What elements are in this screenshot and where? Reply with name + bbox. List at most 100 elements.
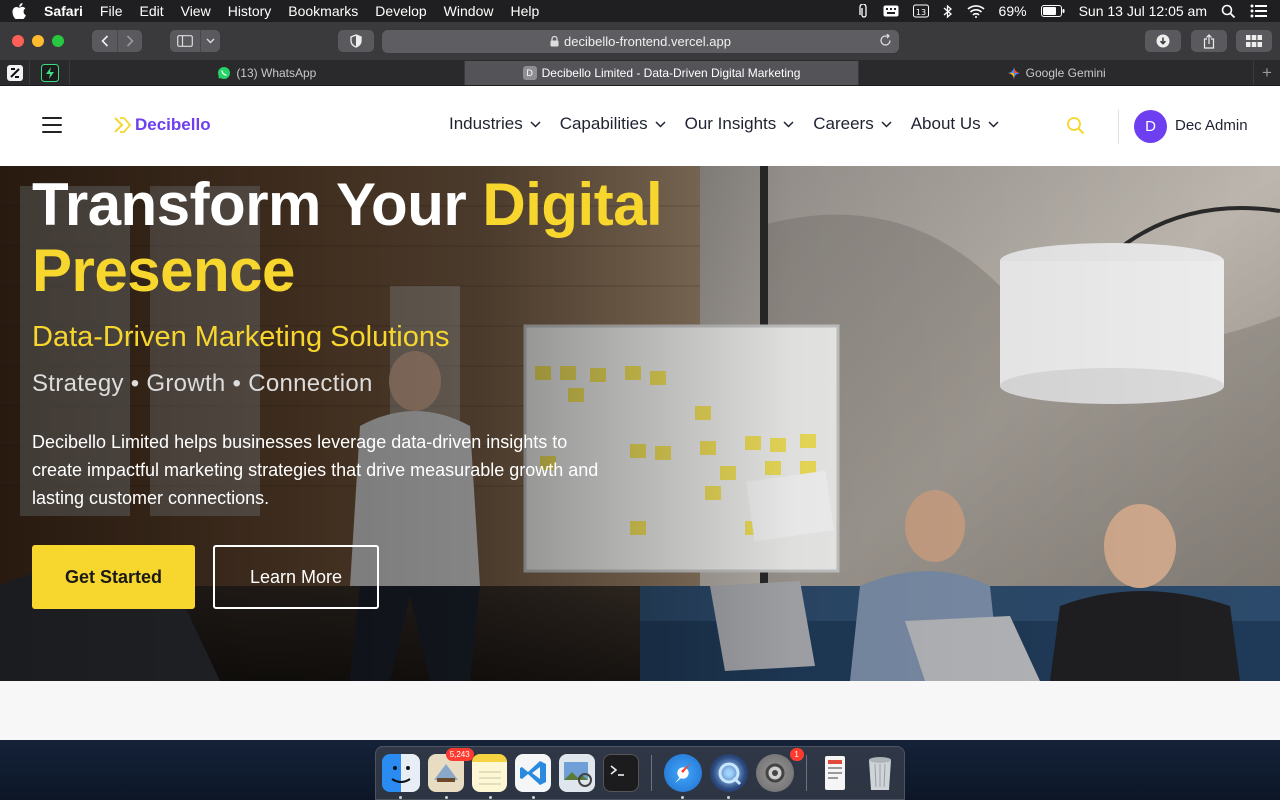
history-nav	[92, 30, 142, 52]
reload-icon[interactable]	[879, 34, 892, 47]
back-button[interactable]	[92, 30, 117, 52]
menu-history[interactable]: History	[228, 3, 272, 19]
tab-gemini[interactable]: Google Gemini	[859, 61, 1255, 85]
window-controls	[12, 35, 64, 47]
decibello-logo-icon	[114, 117, 132, 133]
chevron-down-icon	[881, 120, 892, 128]
fullscreen-window-button[interactable]	[52, 35, 64, 47]
tab-overview-button[interactable]	[1236, 30, 1272, 52]
pinned-tab-1[interactable]	[0, 61, 30, 85]
paperclip-icon[interactable]	[858, 3, 869, 19]
download-icon	[1156, 34, 1170, 48]
site-header: Decibello Industries Capabilities Our In…	[0, 86, 1280, 166]
nav-capabilities[interactable]: Capabilities	[560, 114, 666, 134]
trash-icon[interactable]	[862, 754, 898, 792]
tab-whatsapp[interactable]: (13) WhatsApp	[70, 61, 465, 85]
new-tab-button[interactable]: +	[1254, 61, 1280, 85]
battery-icon[interactable]	[1040, 5, 1065, 17]
vscode-icon[interactable]	[515, 754, 552, 799]
learn-more-button[interactable]: Learn More	[213, 545, 379, 609]
tab-bar: (13) WhatsApp D Decibello Limited - Data…	[0, 61, 1280, 86]
address-bar[interactable]: decibello-frontend.vercel.app	[382, 30, 899, 53]
hamburger-menu-icon[interactable]	[42, 117, 62, 138]
clock[interactable]: Sun 13 Jul 12:05 am	[1079, 3, 1207, 19]
chevron-down-icon	[530, 120, 541, 128]
chevron-down-icon	[988, 120, 999, 128]
hero-section: Transform Your Digital Presence Data-Dri…	[0, 166, 1280, 681]
menu-view[interactable]: View	[181, 3, 211, 19]
nav-industries[interactable]: Industries	[449, 114, 541, 134]
spotlight-search-icon[interactable]	[1221, 4, 1236, 19]
site-search-icon[interactable]	[1066, 116, 1085, 135]
minimize-window-button[interactable]	[32, 35, 44, 47]
browser-window: decibello-frontend.vercel.app (13) Whats…	[0, 22, 1280, 740]
safari-icon[interactable]	[663, 754, 702, 799]
grid-icon	[1246, 35, 1262, 47]
site-logo[interactable]: Decibello	[114, 115, 211, 135]
forward-button[interactable]	[117, 30, 142, 52]
downloads-button[interactable]	[1145, 30, 1181, 52]
nav-label: Capabilities	[559, 114, 648, 133]
nav-label: Industries	[449, 114, 523, 133]
nav-label: About Us	[910, 114, 981, 133]
sidebar-toggle-button[interactable]	[170, 30, 200, 52]
hero-tagline: Strategy • Growth • Connection	[32, 370, 373, 397]
tab-decibello[interactable]: D Decibello Limited - Data-Driven Digita…	[464, 61, 860, 85]
chevron-down-icon	[206, 38, 215, 44]
menu-edit[interactable]: Edit	[139, 3, 163, 19]
share-icon	[1203, 33, 1215, 49]
nav-our-insights[interactable]: Our Insights	[685, 114, 795, 134]
chevron-left-icon	[100, 35, 108, 47]
menu-help[interactable]: Help	[510, 3, 539, 19]
pinned-app-icon	[6, 65, 23, 81]
mail-icon[interactable]: 5,243	[428, 748, 474, 799]
user-avatar[interactable]: D	[1134, 110, 1167, 143]
dock-separator	[650, 755, 652, 791]
menu-bookmarks[interactable]: Bookmarks	[288, 3, 358, 19]
tab-title: Google Gemini	[1025, 66, 1106, 80]
main-nav: Industries Capabilities Our Insights Car…	[449, 114, 1018, 134]
control-center-icon[interactable]	[1250, 4, 1268, 18]
nav-careers[interactable]: Careers	[813, 114, 892, 134]
user-name[interactable]: Dec Admin	[1175, 117, 1248, 134]
calendar-icon[interactable]: 13	[912, 4, 929, 18]
hero-title-highlight-2: Presence	[32, 237, 295, 304]
finder-icon[interactable]	[382, 754, 420, 799]
apple-icon[interactable]	[12, 3, 30, 19]
nav-label: Careers	[813, 114, 874, 133]
menu-develop[interactable]: Develop	[375, 3, 426, 19]
menu-file[interactable]: File	[100, 3, 123, 19]
privacy-report-button[interactable]	[338, 30, 374, 52]
gemini-icon	[1007, 66, 1021, 80]
bluetooth-icon[interactable]	[943, 4, 953, 19]
close-window-button[interactable]	[12, 35, 24, 47]
site-favicon-icon: D	[522, 66, 537, 80]
menu-window[interactable]: Window	[444, 3, 494, 19]
get-started-button[interactable]: Get Started	[32, 545, 195, 609]
menu-app-name[interactable]: Safari	[44, 3, 83, 19]
sidebar-menu-button[interactable]	[200, 30, 220, 52]
chevron-right-icon	[126, 35, 134, 47]
wifi-icon[interactable]	[967, 4, 985, 18]
battery-percent: 69%	[998, 3, 1027, 19]
keyboard-icon[interactable]	[883, 5, 899, 17]
notes-icon[interactable]	[471, 754, 508, 799]
terminal-icon[interactable]	[602, 754, 639, 792]
dock: 5,243 1	[375, 746, 905, 800]
system-preferences-icon[interactable]: 1	[755, 748, 804, 792]
plus-icon: +	[1262, 63, 1272, 82]
lock-icon	[550, 36, 559, 47]
nav-about-us[interactable]: About Us	[911, 114, 999, 134]
hero-subtitle: Data-Driven Marketing Solutions	[32, 321, 450, 353]
hero-title: Transform Your Digital Presence	[32, 172, 732, 304]
mail-badge: 5,243	[445, 748, 474, 761]
preview-icon[interactable]	[559, 754, 595, 792]
quicktime-icon[interactable]	[709, 754, 748, 799]
share-button[interactable]	[1191, 30, 1227, 52]
svg-text:13: 13	[915, 8, 925, 17]
browser-toolbar: decibello-frontend.vercel.app	[0, 22, 1280, 61]
pinned-tab-2[interactable]	[30, 61, 70, 85]
pinned-app-icon	[40, 64, 59, 82]
documents-stack-icon[interactable]	[819, 754, 855, 792]
chevron-down-icon	[783, 120, 794, 128]
